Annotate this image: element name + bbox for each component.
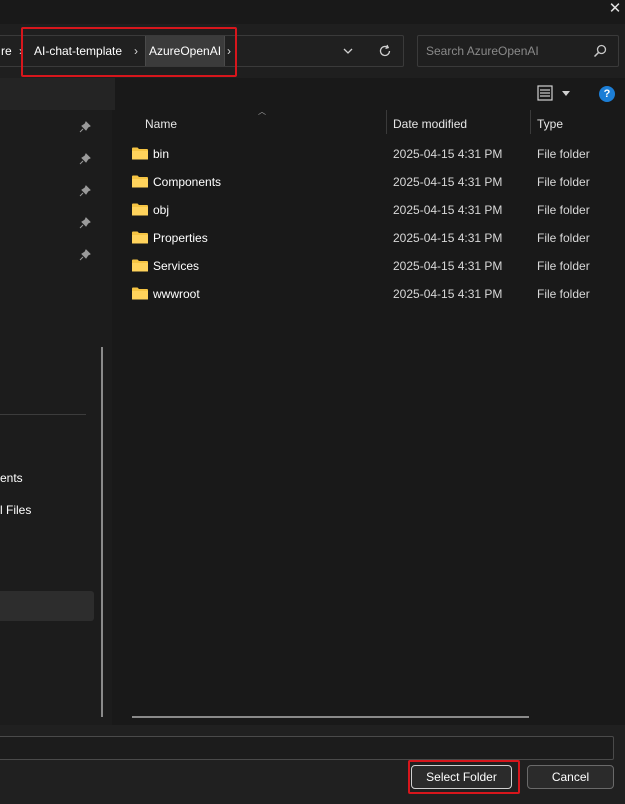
command-bar-left [0, 78, 115, 110]
file-date-modified: 2025-04-15 4:31 PM [393, 203, 503, 217]
file-name: Components [153, 175, 222, 189]
file-row[interactable]: wwwroot 2025-04-15 4:31 PM File folder [128, 280, 625, 308]
folder-icon [132, 287, 148, 300]
folder-icon [132, 175, 148, 188]
file-name: bin [153, 147, 170, 161]
file-name: obj [153, 203, 170, 217]
breadcrumb-item-azureopenai[interactable]: AzureOpenAI [145, 36, 226, 66]
caret-down-icon [562, 91, 570, 96]
command-bar [0, 78, 625, 110]
pin-icon[interactable] [79, 153, 91, 165]
nav-divider [0, 414, 86, 415]
file-type: File folder [537, 287, 590, 301]
select-folder-button[interactable]: Select Folder [411, 765, 512, 789]
file-type: File folder [537, 231, 590, 245]
horizontal-scrollbar[interactable] [132, 716, 529, 718]
pin-icon[interactable] [79, 249, 91, 261]
close-button[interactable]: ✕ [605, 0, 625, 20]
nav-scrollbar[interactable] [101, 347, 103, 717]
cancel-button[interactable]: Cancel [527, 765, 614, 789]
help-icon[interactable]: ? [599, 86, 615, 102]
column-separator[interactable] [386, 110, 387, 134]
file-type: File folder [537, 203, 590, 217]
refresh-button[interactable] [373, 37, 397, 65]
pin-icon[interactable] [79, 217, 91, 229]
file-date-modified: 2025-04-15 4:31 PM [393, 147, 503, 161]
folder-name-input[interactable] [0, 737, 613, 759]
file-type: File folder [537, 147, 590, 161]
column-separator[interactable] [530, 110, 531, 134]
chevron-right-icon[interactable]: › [134, 36, 138, 66]
folder-name-field[interactable] [0, 736, 614, 760]
file-date-modified: 2025-04-15 4:31 PM [393, 287, 503, 301]
file-row[interactable]: bin 2025-04-15 4:31 PM File folder [128, 140, 625, 168]
column-header-type[interactable]: Type [537, 112, 617, 136]
folder-icon [132, 231, 148, 244]
chevron-down-icon [343, 48, 353, 54]
breadcrumb-item-ai-chat-template[interactable]: AI-chat-template [34, 36, 122, 66]
title-bar: ✕ [0, 0, 625, 24]
file-type: File folder [537, 259, 590, 273]
search-input[interactable] [426, 36, 586, 66]
search-icon [593, 44, 607, 58]
folder-icon [132, 259, 148, 272]
file-date-modified: 2025-04-15 4:31 PM [393, 259, 503, 273]
navigation-pane [0, 110, 112, 725]
file-name: wwwroot [153, 287, 200, 301]
pin-icon[interactable] [79, 121, 91, 133]
column-header-date-modified[interactable]: Date modified [393, 112, 528, 136]
history-dropdown-button[interactable] [338, 37, 358, 65]
chevron-right-icon[interactable]: › [227, 36, 231, 66]
nav-item-documents[interactable]: ents [0, 471, 23, 485]
file-name: Properties [153, 231, 208, 245]
view-options-button[interactable] [533, 84, 573, 104]
breadcrumb-item-parent[interactable]: re [1, 36, 12, 66]
details-view-icon [537, 85, 553, 101]
file-type: File folder [537, 175, 590, 189]
close-icon: ✕ [608, 0, 622, 17]
file-row[interactable]: Properties 2025-04-15 4:31 PM File folder [128, 224, 625, 252]
file-row[interactable]: Components 2025-04-15 4:31 PM File folder [128, 168, 625, 196]
search-field[interactable] [417, 35, 619, 67]
pin-icon[interactable] [79, 185, 91, 197]
column-header-name[interactable]: Name [145, 112, 385, 136]
file-date-modified: 2025-04-15 4:31 PM [393, 231, 503, 245]
chevron-right-icon[interactable]: › [19, 36, 23, 66]
file-row[interactable]: Services 2025-04-15 4:31 PM File folder [128, 252, 625, 280]
file-date-modified: 2025-04-15 4:31 PM [393, 175, 503, 189]
folder-icon [132, 147, 148, 160]
file-name: Services [153, 259, 200, 273]
refresh-icon [379, 44, 391, 57]
folder-icon [132, 203, 148, 216]
file-row[interactable]: obj 2025-04-15 4:31 PM File folder [128, 196, 625, 224]
nav-item-selected[interactable] [0, 591, 94, 621]
nav-item-files[interactable]: l Files [0, 503, 31, 517]
